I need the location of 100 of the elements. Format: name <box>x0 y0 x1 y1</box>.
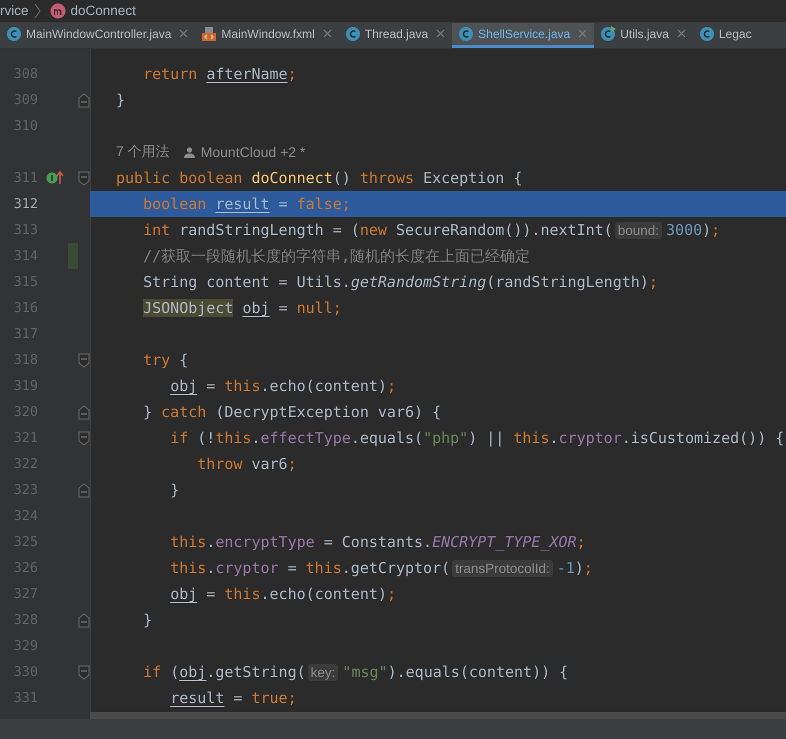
keyword: if <box>143 663 162 681</box>
keyword: throw <box>197 455 242 473</box>
editor-tab[interactable]: Thread.java <box>338 22 452 48</box>
code-text: . <box>251 429 260 447</box>
keyword: return <box>143 65 198 83</box>
keyword: this <box>170 533 206 551</box>
editor-tab[interactable]: Legac <box>692 22 759 48</box>
editor-tab[interactable]: MainWindowController.java <box>0 22 196 48</box>
code-text: .isCustomized()) { <box>622 429 784 447</box>
string-literal: "msg" <box>342 663 388 681</box>
parameter-hint: key: <box>308 664 338 681</box>
code-text: (! <box>197 429 216 447</box>
code-text: . <box>550 429 559 447</box>
class-icon <box>458 26 474 42</box>
code-text: String content = Utils. <box>143 273 351 291</box>
chevron-icon <box>34 2 41 19</box>
close-icon[interactable] <box>322 29 332 38</box>
code-text: () <box>332 169 351 187</box>
keyword: ; <box>711 221 720 239</box>
fold-icon[interactable] <box>78 170 90 186</box>
code-text: = <box>288 559 297 577</box>
code-text: = <box>206 377 216 395</box>
file-icon <box>201 26 218 42</box>
code-text: . <box>206 533 216 551</box>
method-name: getRandomString <box>350 273 486 291</box>
keyword: null; <box>296 299 342 317</box>
code-text: (DecryptException var6) { <box>215 403 442 421</box>
keyword: catch <box>161 403 206 421</box>
keyword: ; <box>386 585 396 603</box>
code-text: } <box>116 91 126 109</box>
code-text: . <box>206 559 216 577</box>
line-number: 312 <box>12 196 38 212</box>
code-text: (randStringLength) <box>486 273 649 291</box>
editor-tab[interactable]: ShellService.java <box>452 22 594 48</box>
editor-tab[interactable]: MainWindow.fxml <box>195 22 339 48</box>
keyword: ; <box>288 65 297 83</box>
field-name: cryptor <box>558 429 622 447</box>
fold-icon[interactable] <box>78 352 90 368</box>
keyword: false; <box>296 195 351 213</box>
person-icon <box>184 146 195 158</box>
code-text: randStringLength = ( <box>179 221 360 239</box>
close-icon[interactable] <box>676 29 686 38</box>
string-literal: "php" <box>423 429 468 447</box>
variable-name: afterName <box>206 65 288 83</box>
class-icon <box>344 26 361 42</box>
keyword: this <box>513 429 550 447</box>
code-text: = <box>278 299 288 317</box>
code-text: { <box>179 351 188 369</box>
variable-name: obj <box>242 299 270 317</box>
implementation-icon[interactable] <box>46 170 64 186</box>
keyword: try <box>143 351 170 369</box>
code-text: ( <box>170 663 180 681</box>
method-icon <box>50 2 66 19</box>
breadcrumb-item[interactable]: doConnect <box>70 3 136 18</box>
code-text: } <box>170 481 180 499</box>
keyword: boolean <box>179 169 242 187</box>
parameter-hint: transProtocolId: <box>452 560 553 577</box>
keyword: this <box>170 559 206 577</box>
field-name: effectType <box>260 429 351 447</box>
variable-name: result <box>215 195 270 213</box>
class-icon <box>6 26 22 42</box>
code-text: = Constants. <box>324 533 432 551</box>
keyword: this <box>224 377 260 395</box>
method-name: doConnect <box>251 169 333 187</box>
keyword: int <box>143 221 170 239</box>
code-text: .echo(content) <box>260 585 387 603</box>
number-literal: -1 <box>556 559 575 577</box>
variable-name: obj <box>179 663 206 681</box>
code-text: ).equals(content)) { <box>388 663 568 681</box>
code-text: = <box>278 195 288 213</box>
class-icon <box>600 26 616 42</box>
fold-icon[interactable] <box>78 430 90 446</box>
constant-name: ENCRYPT_TYPE_XOR <box>432 533 577 551</box>
code-text: ) <box>702 221 712 239</box>
author-link[interactable]: MountCloud +2 * <box>200 144 306 160</box>
code-text: var6 <box>251 455 288 473</box>
keyword: true; <box>251 689 297 707</box>
usages-link[interactable]: 7 个用法 <box>116 143 170 161</box>
keyword: ; <box>386 377 396 395</box>
keyword: ; <box>648 273 658 291</box>
keyword: ; <box>576 533 586 551</box>
class-icon <box>698 26 715 42</box>
fold-icon[interactable] <box>78 664 90 680</box>
variable-name: obj <box>170 585 198 603</box>
keyword: this <box>224 585 260 603</box>
keyword: boolean <box>143 195 206 213</box>
code-text: .getCryptor( <box>342 559 450 577</box>
code-comment: //获取一段随机长度的字符串,随机的长度在上面已经确定 <box>143 246 530 264</box>
close-icon[interactable] <box>436 29 446 38</box>
code-text: = <box>206 585 216 603</box>
code-text: Exception { <box>423 169 522 187</box>
keyword: throws <box>360 169 414 187</box>
keyword: public <box>116 169 170 187</box>
keyword: ; <box>288 455 297 473</box>
keyword: this <box>306 559 342 577</box>
close-icon[interactable] <box>179 29 188 38</box>
editor-tab[interactable]: Utils.java <box>594 22 693 48</box>
field-name: encryptType <box>215 533 315 551</box>
breadcrumb-item[interactable]: rvice <box>0 3 29 18</box>
scrollbar-thumb[interactable] <box>90 712 786 719</box>
